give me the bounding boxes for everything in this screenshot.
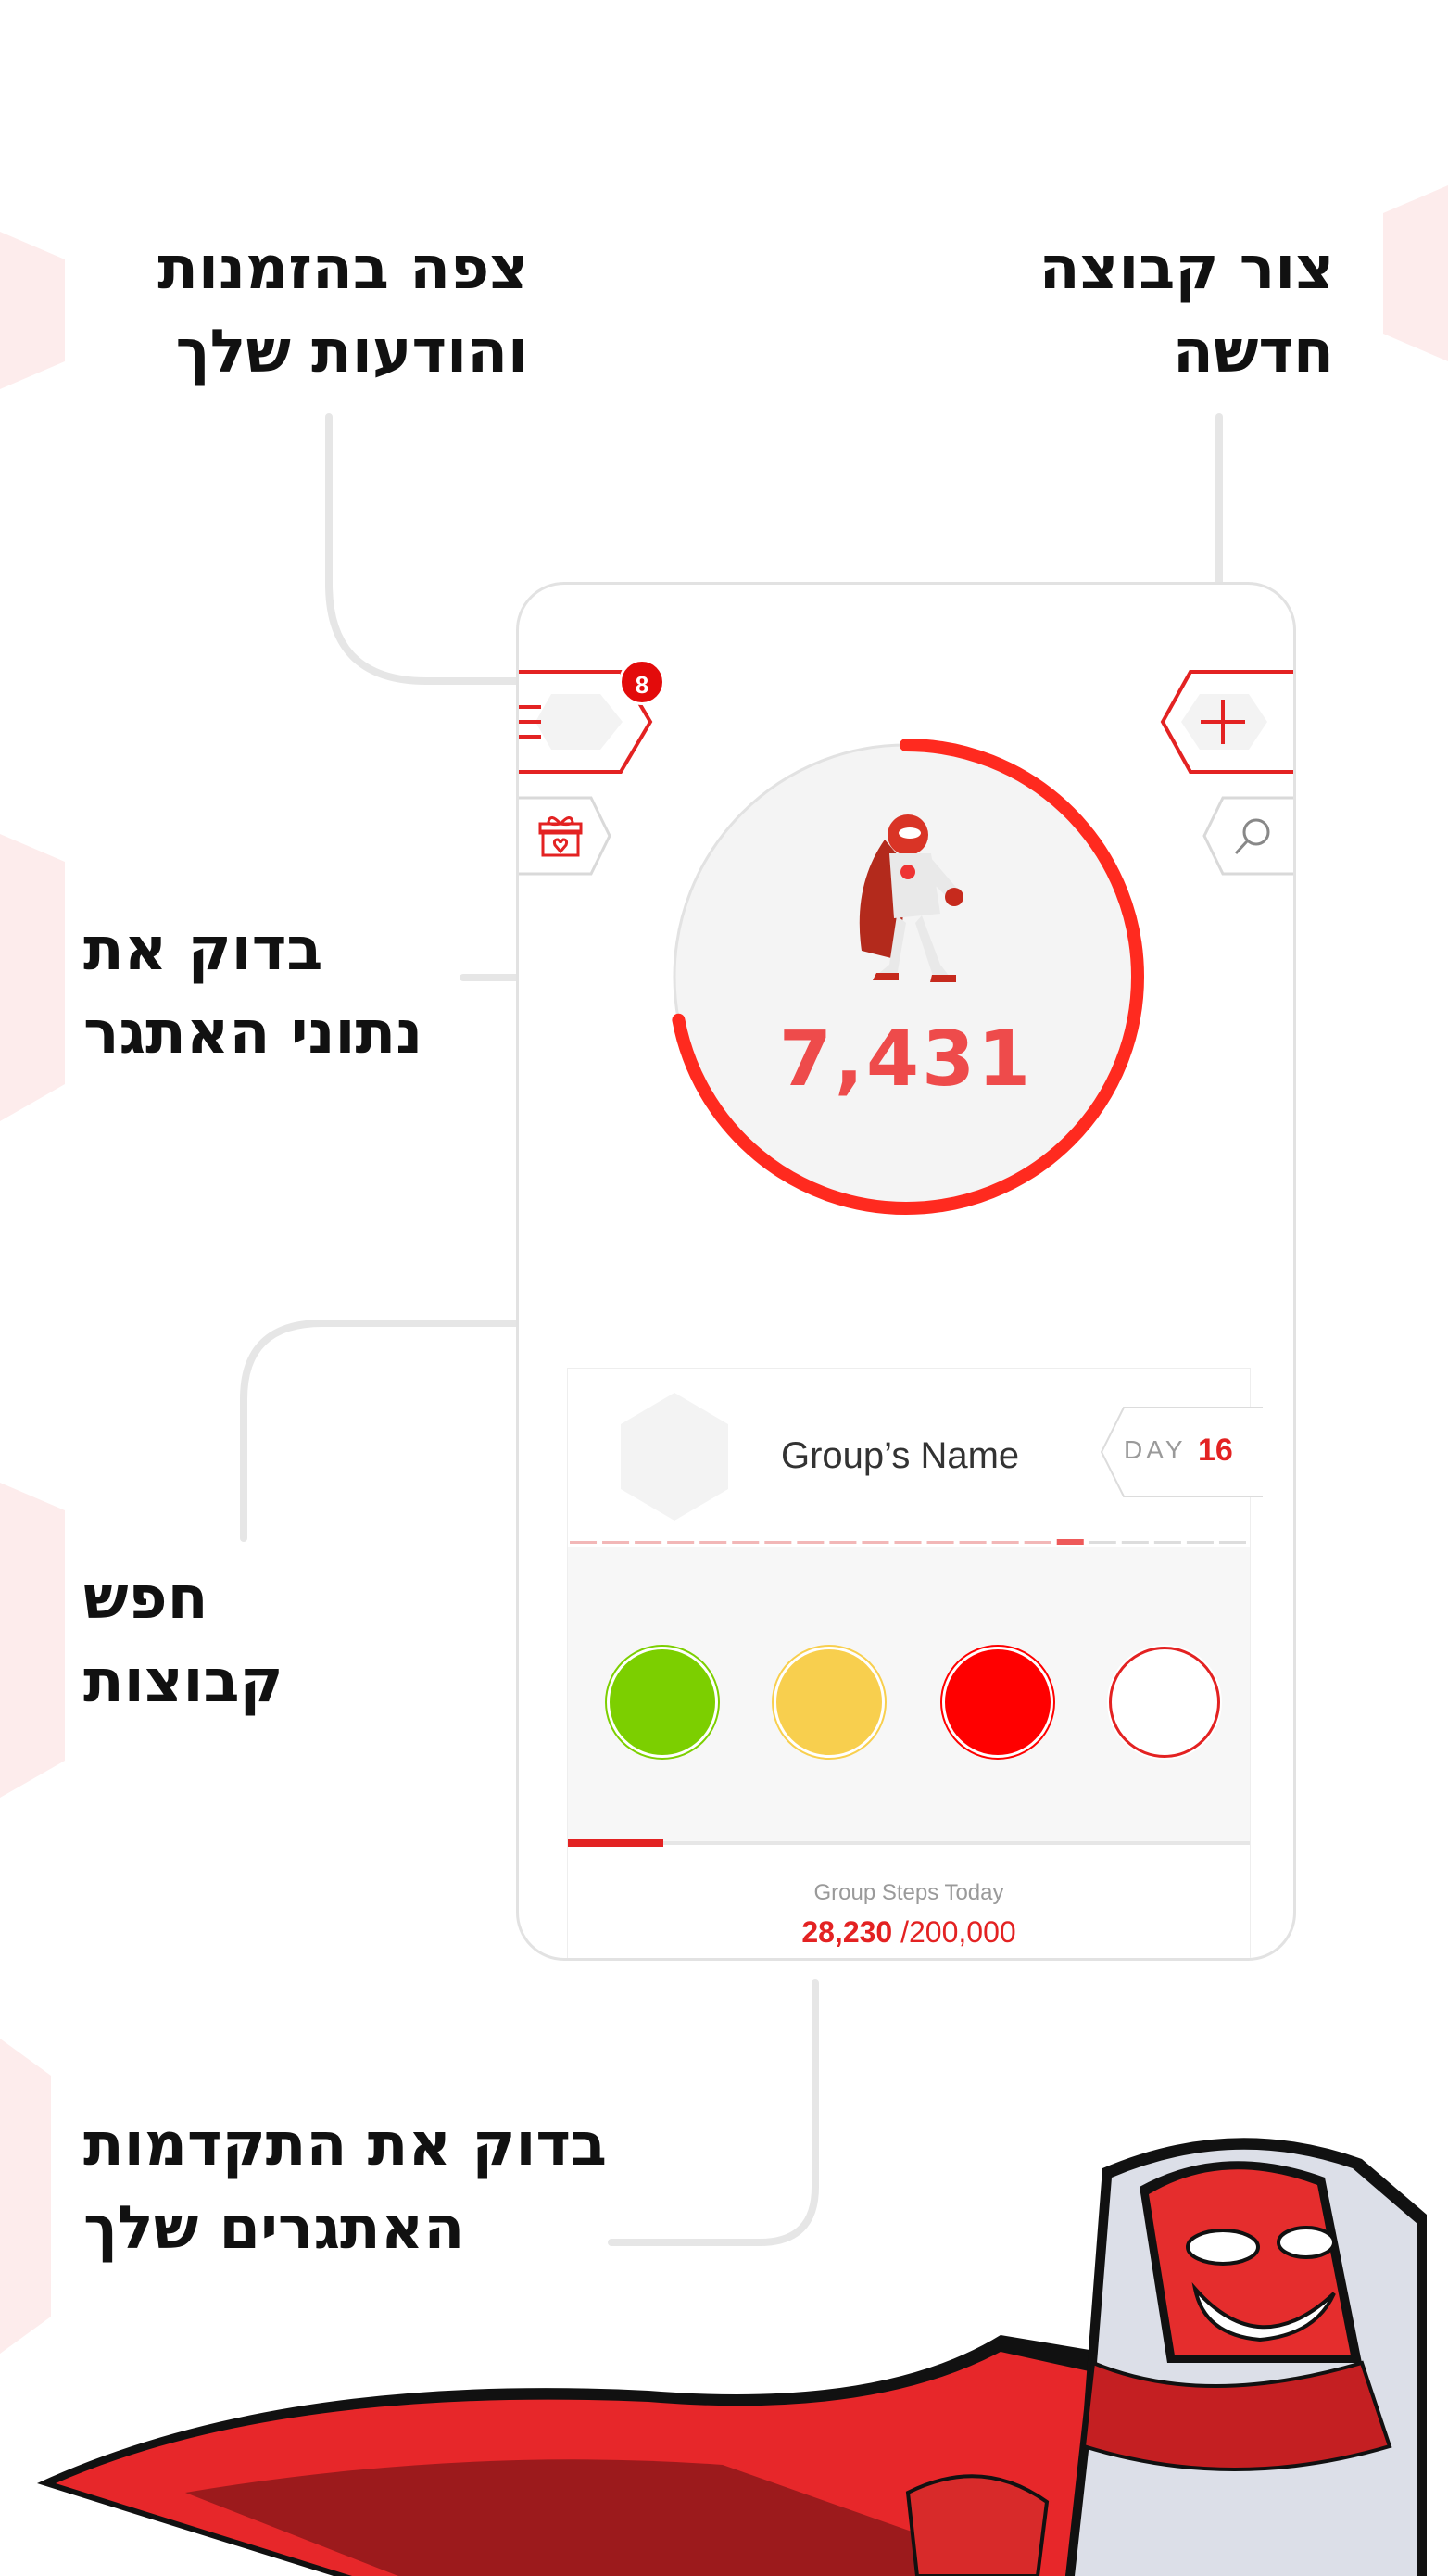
- callout-invitations: צפה בהזמנות והודעות שלך: [83, 227, 528, 394]
- search-button[interactable]: [1195, 794, 1293, 878]
- menu-icon: [519, 703, 541, 744]
- gift-icon: [537, 813, 584, 863]
- step-count: 7,431: [778, 1016, 1034, 1104]
- timeline-segment: [1218, 1541, 1246, 1544]
- superhero-mascot-small: [859, 814, 963, 982]
- timeline-segment: [667, 1541, 695, 1544]
- timeline-segment: [732, 1541, 760, 1544]
- timeline-segment: [1024, 1541, 1051, 1544]
- callout-line: והודעות שלך: [175, 318, 528, 386]
- group-steps-value: 28,230: [801, 1915, 893, 1949]
- timeline-segment: [926, 1541, 954, 1544]
- timeline-segment: [1153, 1541, 1181, 1544]
- search-icon: [1232, 814, 1275, 861]
- callout-challenge-data: בדוק את נתוני האתגר: [83, 908, 472, 1075]
- group-card[interactable]: Group’s Name DAY 16 Group Steps Today 28…: [567, 1368, 1263, 1958]
- phone-screen: 8 7,431 Group’s Name DAY 16 Group Steps …: [516, 582, 1296, 1961]
- group-steps-goal: /200,000: [900, 1915, 1016, 1949]
- group-avatar: [621, 1393, 728, 1521]
- timeline-segment: [570, 1541, 598, 1544]
- member-status-yellow[interactable]: [774, 1647, 885, 1758]
- timeline-segment: [1186, 1541, 1214, 1544]
- timeline-segment: [602, 1541, 630, 1544]
- member-status-empty[interactable]: [1109, 1647, 1220, 1758]
- callout-line: בדוק את: [83, 915, 323, 984]
- timeline-segment: [1056, 1539, 1084, 1545]
- callout-line: צפה בהזמנות: [157, 234, 528, 303]
- member-status-area: [568, 1547, 1250, 1843]
- timeline-segment: [991, 1541, 1019, 1544]
- notification-badge: 8: [619, 659, 665, 705]
- group-steps-label: Group Steps Today: [813, 1880, 1004, 1905]
- timeline-segment: [894, 1541, 922, 1544]
- day-indicator: DAY 16: [1096, 1406, 1263, 1498]
- timeline-segment: [1121, 1541, 1149, 1544]
- superhero-mascot: [37, 2138, 1427, 2576]
- group-steps-progress-track: [568, 1839, 1250, 1847]
- group-steps-value-line: 28,230 /200,000: [568, 1915, 1250, 1950]
- gift-button[interactable]: [519, 794, 621, 878]
- callout-line: חדשה: [1172, 318, 1334, 386]
- day-value: 16: [1198, 1433, 1233, 1468]
- timeline-segment: [797, 1541, 825, 1544]
- callout-line: חפש: [83, 1564, 208, 1633]
- group-steps-progress-fill: [568, 1839, 664, 1847]
- day-timeline: [570, 1539, 1246, 1545]
- timeline-segment: [699, 1541, 727, 1544]
- timeline-segment: [959, 1541, 987, 1544]
- member-status-green[interactable]: [607, 1647, 718, 1758]
- member-status-red[interactable]: [942, 1647, 1053, 1758]
- day-label: DAY: [1124, 1435, 1187, 1464]
- timeline-segment: [1089, 1541, 1116, 1544]
- timeline-segment: [764, 1541, 792, 1544]
- callout-line: קבוצות: [83, 1648, 283, 1716]
- step-counter-widget[interactable]: 7,431: [667, 728, 1167, 1229]
- callout-create-group: צור קבוצה חדשה: [926, 227, 1334, 394]
- menu-button[interactable]: 8: [519, 659, 665, 777]
- group-name: Group’s Name: [781, 1435, 1020, 1476]
- callout-line: צור קבוצה: [1039, 234, 1334, 303]
- callout-line: נתוני האתגר: [83, 999, 423, 1067]
- timeline-segment: [862, 1541, 889, 1544]
- plus-icon: [1197, 696, 1249, 751]
- timeline-segment: [635, 1541, 662, 1544]
- timeline-segment: [829, 1541, 857, 1544]
- callout-search-groups: חפש קבוצות: [83, 1557, 361, 1724]
- add-group-button[interactable]: [1158, 666, 1293, 777]
